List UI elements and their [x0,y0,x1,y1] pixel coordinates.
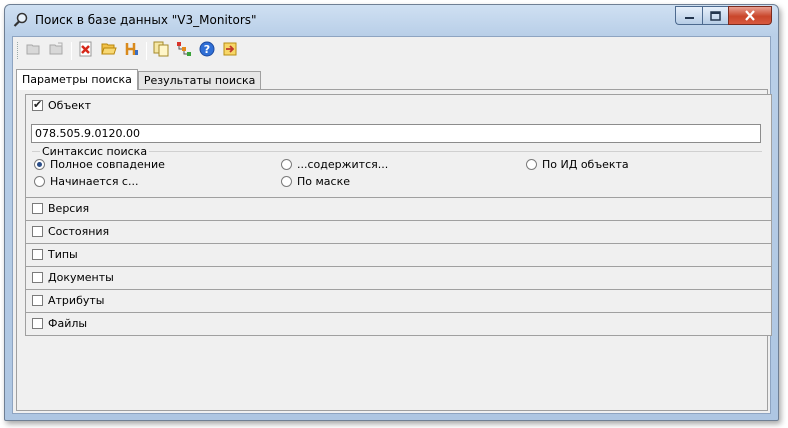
types-checkbox[interactable] [32,249,43,260]
version-checkbox[interactable] [32,203,43,214]
title-bar[interactable]: Поиск в базе данных "V3_Monitors" [5,5,778,35]
folder-open-icon [101,42,117,59]
checkmark-icon: ✔ [33,98,43,111]
documents-checkbox[interactable] [32,272,43,283]
object-value-input[interactable] [31,124,761,143]
svg-text:?: ? [204,43,210,56]
version-section: Версия [25,198,772,221]
delete-button[interactable] [76,41,96,61]
radio-unselected-icon [34,176,45,187]
radio-by-mask[interactable]: По маске [281,175,350,188]
tab-strip: Параметры поиска Результаты поиска [16,69,262,90]
magnifier-icon [13,12,29,28]
radio-selected-icon [34,159,45,170]
toolbar-separator [71,41,72,60]
copy-icon [153,41,169,60]
window-title: Поиск в базе данных "V3_Monitors" [35,13,257,27]
search-syntax-legend: Синтаксис поиска [40,145,150,158]
types-label: Типы [48,248,78,261]
types-section: Типы [25,244,772,267]
radio-unselected-icon [526,159,537,170]
radio-unselected-icon [281,159,292,170]
tree-icon [176,41,192,60]
minimize-button[interactable] [675,6,702,25]
states-section: Состояния [25,221,772,244]
object-section: ✔ Объект Синтаксис поиска Полное совпаде… [25,94,772,198]
documents-label: Документы [48,271,114,284]
close-button[interactable] [728,6,772,25]
tab-search-params[interactable]: Параметры поиска [16,69,138,90]
bracket-icon [124,41,140,60]
tab-search-results[interactable]: Результаты поиска [137,71,262,90]
states-label: Состояния [48,225,110,238]
exit-icon [222,41,238,60]
close-icon [745,10,755,21]
help-button[interactable]: ? [197,41,217,61]
exit-button[interactable] [220,41,240,61]
save-icon [49,42,65,59]
bracket-button[interactable] [122,41,142,61]
radio-contains[interactable]: ...содержится... [281,158,388,171]
radio-exact-match-label: Полное совпадение [50,158,165,171]
criteria-list: ✔ Объект Синтаксис поиска Полное совпаде… [25,94,772,337]
attributes-checkbox[interactable] [32,295,43,306]
open-button[interactable] [24,41,44,61]
search-syntax-group: Синтаксис поиска Полное совпадение ...со… [32,145,762,196]
search-params-panel: ✔ Объект Синтаксис поиска Полное совпаде… [16,89,772,411]
copy-button[interactable] [151,41,171,61]
search-window: Поиск в базе данных "V3_Monitors" ? Пара… [4,4,779,421]
object-label: Объект [48,99,92,112]
radio-exact-match[interactable]: Полное совпадение [34,158,165,171]
attributes-section: Атрибуты [25,290,772,313]
radio-by-object-id[interactable]: По ИД объекта [526,158,629,171]
radio-starts-with-label: Начинается с... [50,175,139,188]
files-section: Файлы [25,313,772,336]
tree-button[interactable] [174,41,194,61]
save-button[interactable] [47,41,67,61]
open-folder-icon [26,42,42,59]
toolbar: ? [13,37,770,64]
radio-starts-with[interactable]: Начинается с... [34,175,138,188]
radio-by-object-id-label: По ИД объекта [542,158,629,171]
minimize-icon [684,17,694,19]
object-checkbox[interactable]: ✔ [32,98,43,111]
help-icon: ? [199,41,215,60]
radio-contains-label: ...содержится... [297,158,389,171]
states-checkbox[interactable] [32,226,43,237]
radio-by-mask-label: По маске [297,175,350,188]
client-area: ? Параметры поиска Результаты поиска ✔ О… [12,36,772,414]
files-checkbox[interactable] [32,318,43,329]
attributes-label: Атрибуты [48,294,105,307]
maximize-button[interactable] [702,6,728,25]
maximize-icon [710,10,721,21]
files-label: Файлы [48,317,88,330]
open-folder-button[interactable] [99,41,119,61]
toolbar-grip[interactable] [17,42,20,59]
radio-unselected-icon [281,176,292,187]
delete-icon [78,41,94,60]
documents-section: Документы [25,267,772,290]
version-label: Версия [48,202,90,215]
toolbar-separator [146,41,147,60]
